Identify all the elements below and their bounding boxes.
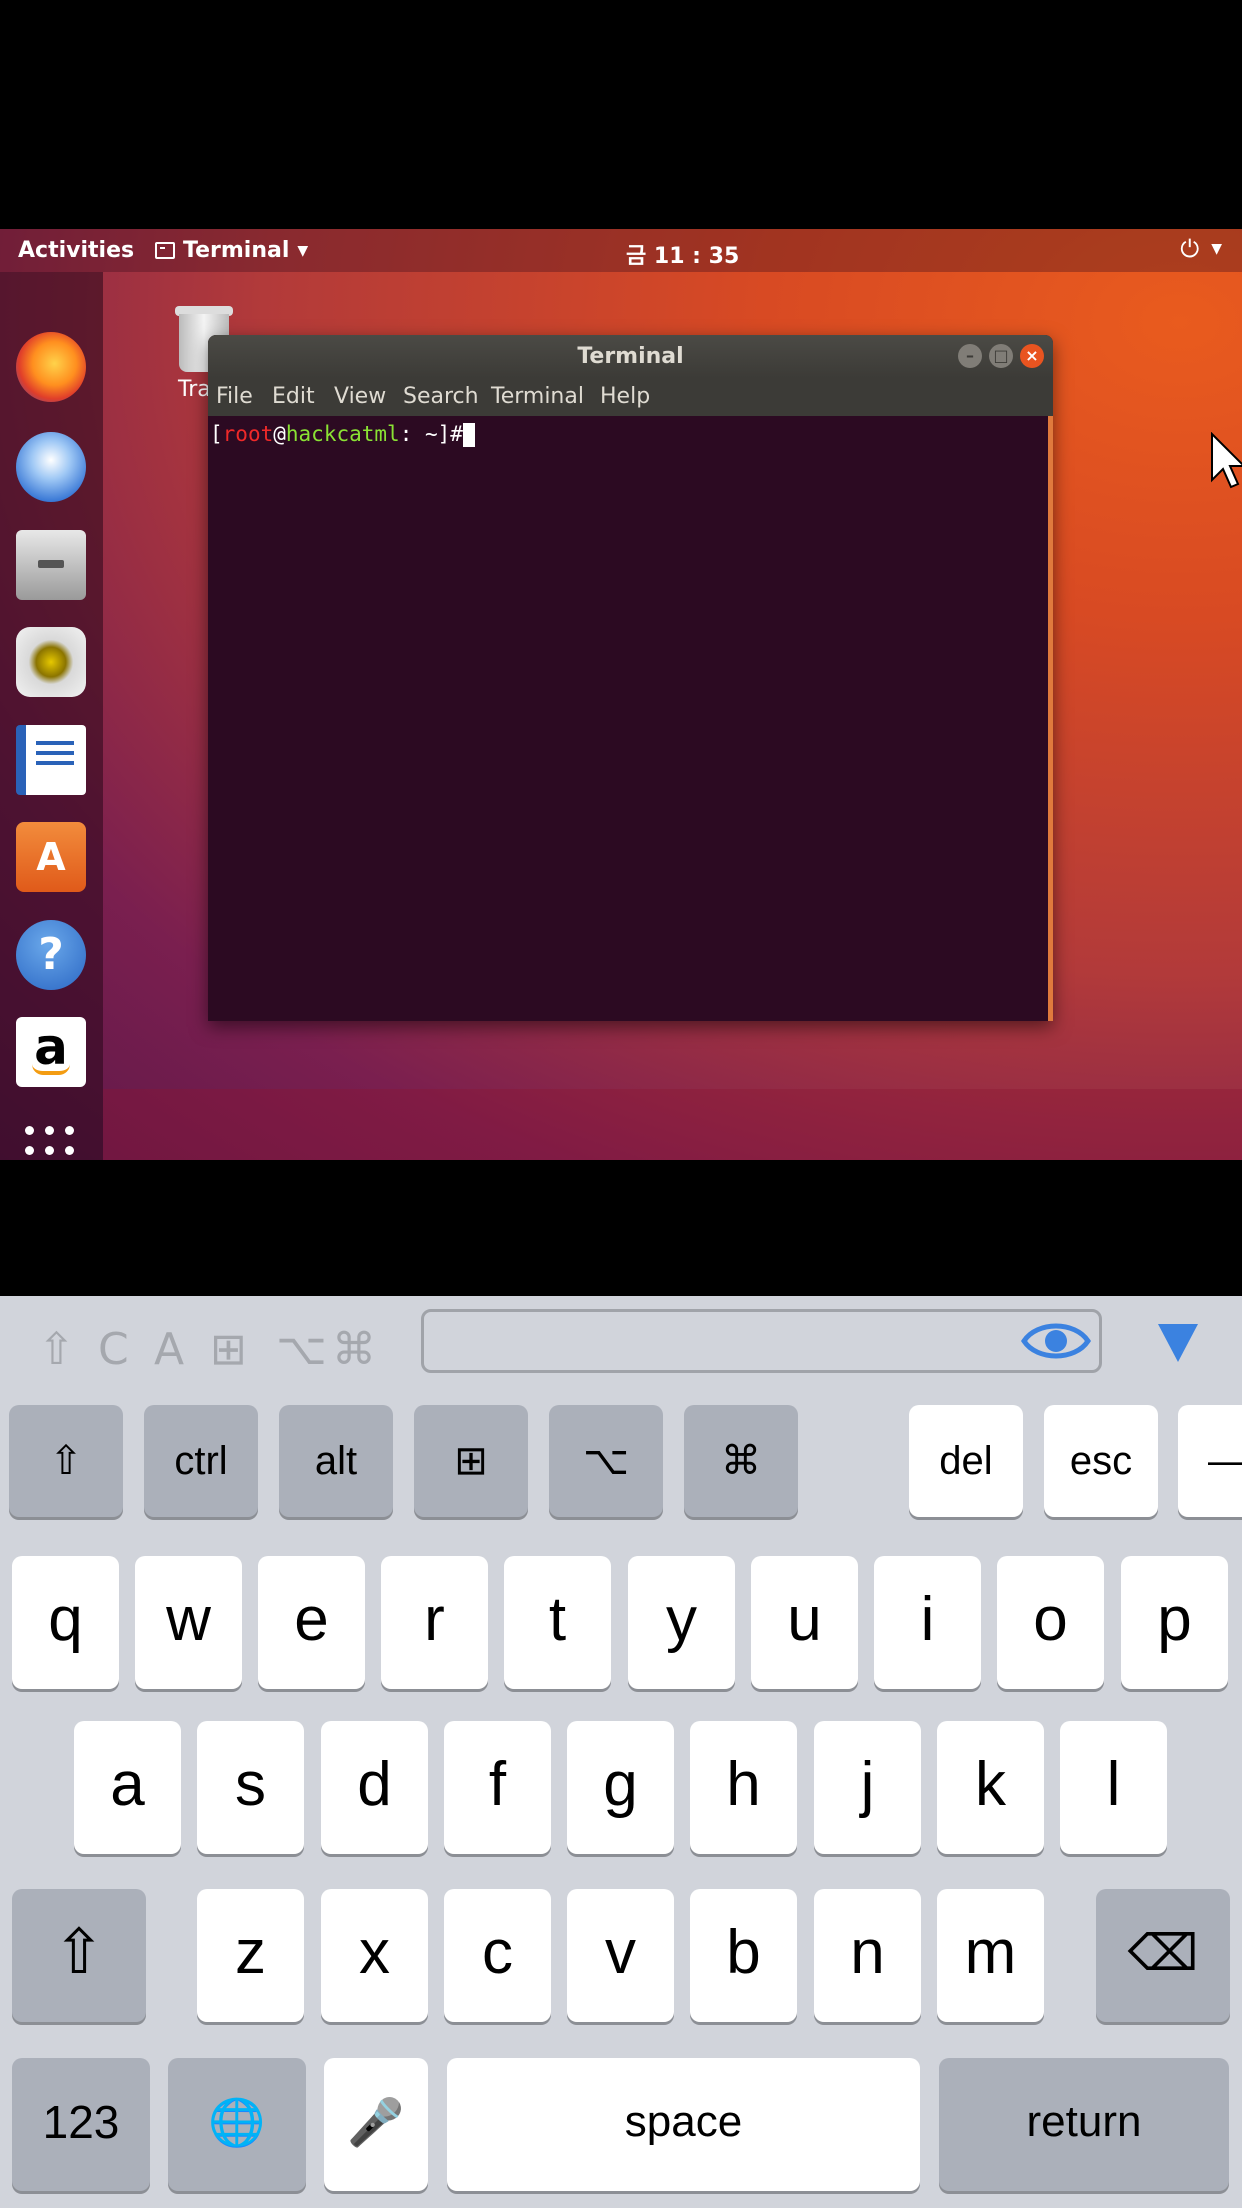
key-l[interactable]: l xyxy=(1060,1721,1167,1854)
libreoffice-writer-icon[interactable] xyxy=(16,725,86,795)
menu-edit[interactable]: Edit xyxy=(272,384,315,409)
alt-toggle[interactable]: A xyxy=(154,1324,184,1375)
menu-file[interactable]: File xyxy=(216,384,253,409)
menu-terminal[interactable]: Terminal xyxy=(491,384,584,409)
power-icon: ⏻ xyxy=(1180,235,1200,263)
key-z[interactable]: z xyxy=(197,1889,304,2022)
key-w[interactable]: w xyxy=(135,1556,242,1689)
numbers-key[interactable]: 123 xyxy=(12,2058,150,2191)
key-r[interactable]: r xyxy=(381,1556,488,1689)
menu-help[interactable]: Help xyxy=(600,384,650,409)
alt-key[interactable]: alt xyxy=(279,1405,393,1517)
system-menu[interactable]: ⏻ ▼ xyxy=(1180,235,1222,263)
clock[interactable]: 금 11 : 35 xyxy=(626,238,739,270)
key-x[interactable]: x xyxy=(321,1889,428,2022)
keyboard-text-input[interactable] xyxy=(421,1309,1102,1373)
option-toggle-icon[interactable]: ⌥ xyxy=(276,1324,327,1375)
prompt-host: hackcatml xyxy=(285,422,400,446)
keyboard-accessory-bar: ⇧ C A ⊞ ⌥ ⌘ xyxy=(0,1296,1242,1394)
shell-prompt: [root@hackcatml: ~]# xyxy=(210,422,475,447)
files-icon[interactable] xyxy=(16,530,86,600)
mouse-pointer-icon xyxy=(1211,432,1242,489)
shift-key[interactable]: ⇧ xyxy=(12,1889,146,2022)
key-u[interactable]: u xyxy=(751,1556,858,1689)
maximize-icon[interactable]: □ xyxy=(989,344,1013,368)
prompt-bracket: [ xyxy=(210,422,223,446)
shift-toggle-icon[interactable]: ⇧ xyxy=(38,1324,75,1375)
terminal-menubar: File Edit View Search Terminal Help xyxy=(208,378,1053,416)
terminal-app-icon xyxy=(155,242,175,259)
dash-key[interactable]: — xyxy=(1178,1405,1242,1517)
app-menu-label: Terminal xyxy=(183,238,290,263)
key-g[interactable]: g xyxy=(567,1721,674,1854)
chevron-down-icon: ▼ xyxy=(1211,241,1222,257)
key-s[interactable]: s xyxy=(197,1721,304,1854)
key-p[interactable]: p xyxy=(1121,1556,1228,1689)
minimize-icon[interactable]: – xyxy=(958,344,982,368)
key-m[interactable]: m xyxy=(937,1889,1044,2022)
ctrl-toggle[interactable]: C xyxy=(98,1324,129,1375)
key-i[interactable]: i xyxy=(874,1556,981,1689)
eye-icon[interactable] xyxy=(1021,1317,1091,1365)
space-key[interactable]: space xyxy=(447,2058,920,2191)
prompt-path: : ~]# xyxy=(399,422,463,446)
desktop-bottom-strip xyxy=(103,1089,1242,1160)
rhythmbox-icon[interactable] xyxy=(16,627,86,697)
app-menu[interactable]: Terminal ▼ xyxy=(155,238,308,263)
terminal-body[interactable]: [root@hackcatml: ~]# xyxy=(208,416,1053,1021)
key-k[interactable]: k xyxy=(937,1721,1044,1854)
key-v[interactable]: v xyxy=(567,1889,674,2022)
chevron-down-icon: ▼ xyxy=(297,242,309,259)
software-store-icon[interactable]: A xyxy=(16,822,86,892)
key-b[interactable]: b xyxy=(690,1889,797,2022)
firefox-icon[interactable] xyxy=(16,332,86,402)
hide-keyboard-icon[interactable] xyxy=(1158,1324,1198,1362)
key-h[interactable]: h xyxy=(690,1721,797,1854)
prompt-user: root xyxy=(222,422,274,446)
trash-label: Tra xyxy=(178,377,211,402)
return-key[interactable]: return xyxy=(939,2058,1229,2191)
terminal-window[interactable]: Terminal – □ × File Edit View Search Ter… xyxy=(208,335,1053,1021)
key-o[interactable]: o xyxy=(997,1556,1104,1689)
esc-key[interactable]: esc xyxy=(1044,1405,1158,1517)
key-f[interactable]: f xyxy=(444,1721,551,1854)
key-t[interactable]: t xyxy=(504,1556,611,1689)
text-cursor xyxy=(462,423,475,447)
help-icon[interactable]: ? xyxy=(16,920,86,990)
amazon-icon[interactable]: a xyxy=(16,1017,86,1087)
ios-keyboard: ⇧ C A ⊞ ⌥ ⌘ ⇧ ctrl alt ⊞ ⌥ ⌘ del esc — q… xyxy=(0,1296,1242,2208)
activities-button[interactable]: Activities xyxy=(18,238,134,263)
option-key[interactable]: ⌥ xyxy=(549,1405,663,1517)
terminal-titlebar[interactable]: Terminal – □ × xyxy=(208,335,1053,378)
dock: A ? a xyxy=(0,272,103,1160)
windows-key[interactable]: ⊞ xyxy=(414,1405,528,1517)
key-j[interactable]: j xyxy=(814,1721,921,1854)
key-d[interactable]: d xyxy=(321,1721,428,1854)
backspace-key[interactable]: ⌫ xyxy=(1096,1889,1230,2022)
ubuntu-desktop: Activities Terminal ▼ 금 11 : 35 ⏻ ▼ A ? … xyxy=(0,229,1242,1160)
globe-key[interactable]: 🌐 xyxy=(168,2058,306,2191)
ctrl-key[interactable]: ctrl xyxy=(144,1405,258,1517)
shift-modifier-key[interactable]: ⇧ xyxy=(9,1405,123,1517)
menu-search[interactable]: Search xyxy=(403,384,479,409)
menu-view[interactable]: View xyxy=(334,384,386,409)
key-y[interactable]: y xyxy=(628,1556,735,1689)
del-key[interactable]: del xyxy=(909,1405,1023,1517)
key-n[interactable]: n xyxy=(814,1889,921,2022)
command-toggle-icon[interactable]: ⌘ xyxy=(332,1324,376,1375)
command-key[interactable]: ⌘ xyxy=(684,1405,798,1517)
window-title: Terminal xyxy=(577,344,684,369)
top-bar: Activities Terminal ▼ 금 11 : 35 ⏻ ▼ xyxy=(0,229,1242,272)
thunderbird-icon[interactable] xyxy=(16,432,86,502)
key-c[interactable]: c xyxy=(444,1889,551,2022)
windows-toggle-icon[interactable]: ⊞ xyxy=(210,1324,247,1375)
key-e[interactable]: e xyxy=(258,1556,365,1689)
key-a[interactable]: a xyxy=(74,1721,181,1854)
microphone-key[interactable]: 🎤 xyxy=(324,2058,428,2191)
prompt-at: @ xyxy=(273,422,286,446)
show-apps-icon[interactable] xyxy=(25,1126,75,1160)
key-q[interactable]: q xyxy=(12,1556,119,1689)
close-icon[interactable]: × xyxy=(1020,344,1044,368)
